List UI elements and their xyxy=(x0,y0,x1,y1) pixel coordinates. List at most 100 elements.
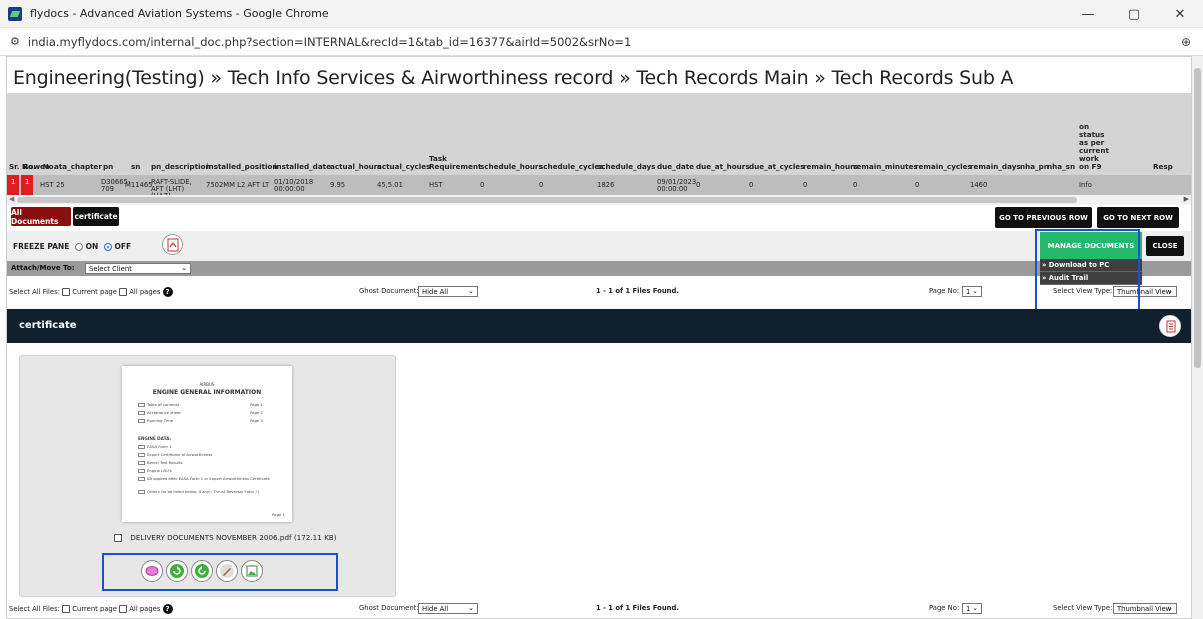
page-no-select[interactable]: 1 ⌄ xyxy=(962,286,982,297)
table-cell: 0 xyxy=(480,181,485,189)
help-icon[interactable]: ? xyxy=(162,604,173,614)
previous-row-button[interactable]: GO TO PREVIOUS ROW xyxy=(995,207,1092,228)
doc-brand: AIRBUS xyxy=(199,382,215,387)
table-cell: Info xyxy=(1079,181,1092,189)
address-bar: ⚙ india.myflydocs.com/internal_doc.php?s… xyxy=(0,28,1203,56)
header-cell: schedule_hours xyxy=(480,162,543,171)
zoom-icon[interactable]: ⊕ xyxy=(1181,35,1191,49)
files-found-count: 1 - 1 of 1 Files Found. xyxy=(596,287,679,295)
tab-all-documents[interactable]: All Documents xyxy=(11,207,71,226)
ghost-document-value: Hide All xyxy=(422,287,449,296)
ghost-document-select[interactable]: Hide All ⌄ xyxy=(418,286,478,297)
page-content: Engineering(Testing) » Tech Info Service… xyxy=(6,56,1192,619)
flydocs-app-icon xyxy=(8,6,22,21)
chevron-down-icon: ⌄ xyxy=(1167,604,1173,612)
table-row[interactable]: 1 1 HST 25 D30665-709 M11465 RAFT-SLIDE,… xyxy=(7,175,1191,200)
table-cell: HST xyxy=(40,181,54,189)
breadcrumb: Engineering(Testing) » Tech Info Service… xyxy=(13,67,1014,89)
header-cell: remain_minutes xyxy=(853,162,918,171)
attach-move-label: Attach/Move To: xyxy=(11,264,75,272)
maximize-icon[interactable]: ▢ xyxy=(1111,0,1157,28)
highlight-box xyxy=(1035,229,1140,318)
header-cell: remain_days xyxy=(970,162,1021,171)
url-text[interactable]: india.myflydocs.com/internal_doc.php?sec… xyxy=(28,35,631,49)
table-cell: 0 xyxy=(539,181,544,189)
site-info-icon[interactable]: ⚙ xyxy=(10,35,20,48)
header-cell: on status as per current work on F9 xyxy=(1079,122,1109,171)
table-cell: 45,5.01 xyxy=(377,181,403,189)
doc-toc-row: Table of contents Page 1 xyxy=(138,402,263,407)
document-size: (172.11 KB) xyxy=(293,533,337,542)
help-icon[interactable]: ? xyxy=(162,287,173,297)
all-pages-checkbox[interactable] xyxy=(119,605,128,613)
current-page-checkbox[interactable] xyxy=(62,605,71,613)
close-window-icon[interactable]: ✕ xyxy=(1157,0,1203,28)
freeze-on-radio[interactable] xyxy=(74,243,83,251)
doc-data-row: Bench Test Results xyxy=(138,460,182,465)
ghost-document-label: Ghost Document: xyxy=(359,604,419,612)
section-title: certificate xyxy=(19,320,77,331)
ghost-document-select[interactable]: Hide All ⌄ xyxy=(418,603,478,614)
table-cell: 01/10/2018 00:00:00 xyxy=(274,178,314,193)
next-row-button[interactable]: GO TO NEXT ROW xyxy=(1097,207,1179,228)
document-name: DELIVERY DOCUMENTS NOVEMBER 2006.pdf (17… xyxy=(114,533,337,542)
chevron-down-icon: ⌄ xyxy=(468,604,474,612)
all-pages-checkbox[interactable] xyxy=(119,288,128,296)
header-cell: sn xyxy=(131,162,141,171)
all-pages-label: All pages xyxy=(129,288,161,296)
browser-window: flydocs - Advanced Aviation Systems - Go… xyxy=(0,0,1203,619)
table-header: Sr. No. Row No. eo ata_chapter pn sn pn_… xyxy=(7,93,1191,175)
all-pages-label: All pages xyxy=(129,605,161,613)
scroll-right-icon[interactable]: ▶ xyxy=(1184,195,1189,203)
section-header: certificate xyxy=(7,309,1191,343)
close-button[interactable]: CLOSE xyxy=(1146,236,1184,256)
document-checkbox[interactable] xyxy=(114,534,122,542)
table-cell: 0 xyxy=(749,181,754,189)
minimize-icon[interactable]: — xyxy=(1065,0,1111,28)
view-type-select[interactable]: Thumbnail View ⌄ xyxy=(1113,603,1177,614)
scrollbar-thumb[interactable] xyxy=(17,197,1077,203)
freeze-off-label: OFF xyxy=(114,242,132,251)
header-cell: actual_cycles xyxy=(377,162,431,171)
ghost-document-label: Ghost Document: xyxy=(359,287,419,295)
document-thumbnail[interactable]: AIRBUS ENGINE GENERAL INFORMATION Table … xyxy=(122,366,292,522)
client-select[interactable]: Select Client ⌄ xyxy=(85,263,191,274)
freeze-off-radio[interactable] xyxy=(103,243,112,251)
page-no-value: 1 xyxy=(966,604,971,613)
page-vertical-scrollbar[interactable] xyxy=(1192,56,1203,619)
table-cell: 1 xyxy=(11,178,16,186)
doc-toc-row: Acceptance sheet Page 2 xyxy=(138,410,263,415)
current-page-checkbox[interactable] xyxy=(62,288,71,296)
table-cell: M11465 xyxy=(125,181,153,189)
tab-certificate[interactable]: certificate xyxy=(73,207,119,226)
chevron-down-icon: ⌄ xyxy=(181,264,187,272)
table-cell: 1826 xyxy=(597,181,615,189)
window-title: flydocs - Advanced Aviation Systems - Go… xyxy=(30,7,329,20)
header-cell: Task Requirement xyxy=(429,154,482,171)
header-cell: due_date xyxy=(657,162,695,171)
table-cell: 0 xyxy=(803,181,808,189)
chevron-down-icon: ⌄ xyxy=(1167,287,1173,295)
header-cell: remain_cycles xyxy=(915,162,972,171)
select-all-label: Select All Files: xyxy=(9,288,60,296)
page-no-label: Page No: xyxy=(929,287,960,295)
header-cell: installed_date xyxy=(274,162,331,171)
highlight-box xyxy=(102,553,338,591)
chevron-down-icon: ⌄ xyxy=(972,604,978,612)
freeze-pane-bar: FREEZE PANE ON OFF xyxy=(7,231,1191,261)
chevron-down-icon: ⌄ xyxy=(972,287,978,295)
page-no-label: Page No: xyxy=(929,604,960,612)
doc-data-row: Others (to be listed below, if any): Thr… xyxy=(138,489,278,494)
header-cell: ata_chapter xyxy=(54,162,102,171)
document-filename[interactable]: DELIVERY DOCUMENTS NOVEMBER 2006.pdf xyxy=(130,533,291,542)
notes-icon[interactable] xyxy=(1159,315,1181,337)
scroll-left-icon[interactable]: ◀ xyxy=(9,195,14,203)
header-cell: nha_sn xyxy=(1047,162,1076,171)
table-horizontal-scrollbar[interactable]: ◀ ▶ xyxy=(7,195,1191,205)
scrollbar-thumb[interactable] xyxy=(1194,68,1201,368)
page-no-value: 1 xyxy=(966,287,971,296)
files-toolbar-bottom: Select All Files: Current page All pages… xyxy=(7,602,1191,616)
pdf-export-icon[interactable] xyxy=(162,234,183,255)
page-no-select[interactable]: 1 ⌄ xyxy=(962,603,982,614)
records-table: Sr. No. Row No. eo ata_chapter pn sn pn_… xyxy=(7,93,1191,205)
